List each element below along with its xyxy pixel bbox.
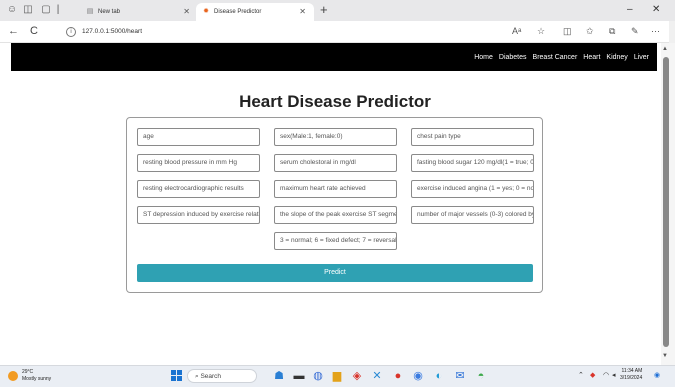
search-icon: ⌕ [195, 373, 199, 380]
resting-ecg-input[interactable]: resting electrocardiographic results [137, 180, 260, 198]
edge-beta-icon[interactable]: ◓ [474, 369, 488, 383]
clock-date: 3/19/2024 [620, 375, 643, 381]
max-heart-rate-input[interactable]: maximum heart rate achieved [274, 180, 397, 198]
chest-pain-type-input[interactable]: chest pain type [411, 128, 534, 146]
scrollbar-thumb[interactable] [663, 57, 669, 347]
sex-input[interactable]: sex(Male:1, female:0) [274, 128, 397, 146]
favorites-icon[interactable]: ✩ [586, 25, 594, 38]
predictor-form: age sex(Male:1, female:0) chest pain typ… [126, 117, 543, 293]
url-text: 127.0.0.1:5000/heart [82, 28, 142, 35]
chrome-icon[interactable]: ◉ [411, 369, 425, 383]
st-slope-input[interactable]: the slope of the peak exercise ST segmen… [274, 206, 397, 224]
new-tab-button[interactable]: + [320, 2, 328, 18]
weather-temp: 29°C [22, 369, 34, 375]
nav-links: Home Diabetes Breast Cancer Heart Kidney… [474, 43, 649, 71]
edge-icon[interactable]: ◐ [432, 369, 446, 383]
nav-link-kidney[interactable]: Kidney [606, 54, 627, 61]
close-icon[interactable]: ✕ [299, 3, 306, 21]
refresh-button[interactable]: C [30, 24, 38, 38]
security-icon[interactable]: ◈ [350, 369, 364, 383]
wifi-icon[interactable]: ◠ [603, 370, 609, 382]
tab-new-tab[interactable]: ▤ New tab ✕ [80, 3, 198, 21]
opera-icon[interactable]: ● [391, 369, 405, 383]
page-viewport: Home Diabetes Breast Cancer Heart Kidney… [0, 43, 661, 365]
volume-icon[interactable]: ◂ [612, 370, 616, 382]
teams-icon[interactable]: ◍ [311, 369, 325, 383]
exercise-angina-input[interactable]: exercise induced angina (1 = yes; 0 = no… [411, 180, 534, 198]
chevron-up-icon[interactable]: ⌃ [578, 370, 584, 382]
system-clock[interactable]: 11:34 AM 3/19/2024 [620, 368, 642, 382]
read-aloud-icon[interactable]: Aᵃ [512, 25, 521, 38]
clock-time: 11:34 AM [621, 368, 643, 374]
tab-disease-predictor[interactable]: ✹ Disease Predictor ✕ [196, 3, 314, 21]
vscode-icon[interactable]: ✕ [370, 369, 384, 383]
more-icon[interactable]: ⋯ [651, 25, 660, 38]
scroll-up-icon[interactable]: ▲ [662, 46, 668, 52]
favicon-icon: ✹ [203, 8, 209, 15]
nav-link-breast-cancer[interactable]: Breast Cancer [533, 54, 578, 61]
tab-label: New tab [98, 9, 121, 15]
st-depression-input[interactable]: ST depression induced by exercise relati… [137, 206, 260, 224]
nav-link-liver[interactable]: Liver [634, 54, 649, 61]
favorite-star-icon[interactable]: ☆ [537, 25, 545, 38]
mail-icon[interactable]: ✉ [453, 369, 467, 383]
nav-link-diabetes[interactable]: Diabetes [499, 54, 527, 61]
address-bar-row: ← C i 127.0.0.1:5000/heart Aᵃ ☆ ◫ ✩ ⧉ ✎ ⋯ [0, 21, 675, 43]
new-tab-icon: ▤ [86, 8, 94, 15]
resting-blood-pressure-input[interactable]: resting blood pressure in mm Hg [137, 154, 260, 172]
tab-actions-icon[interactable]: ▢ [40, 4, 52, 16]
weather-icon [8, 371, 18, 381]
serum-cholestoral-input[interactable]: serum cholestoral in mg/dl [274, 154, 397, 172]
predict-button[interactable]: Predict [137, 264, 533, 282]
collections-icon[interactable]: ⧉ [609, 25, 615, 38]
file-explorer-icon[interactable]: ▆ [330, 369, 344, 383]
tab-divider: | [56, 4, 60, 15]
page-title: Heart Disease Predictor [239, 92, 431, 111]
address-field[interactable]: i 127.0.0.1:5000/heart [66, 25, 576, 39]
close-icon[interactable]: ✕ [183, 3, 190, 21]
page-scrollbar[interactable]: ▲ ▼ [661, 43, 675, 365]
task-view-icon[interactable]: ▬ [292, 369, 306, 383]
start-button[interactable] [171, 370, 183, 382]
antivirus-tray-icon[interactable]: ◆ [590, 370, 595, 382]
scroll-down-icon[interactable]: ▼ [662, 353, 668, 359]
windows-taskbar: 29°C Mostly sunny ⌕ Search ☗ ▬ ◍ ▆ ◈ ✕ ●… [0, 365, 675, 387]
taskbar-search[interactable]: ⌕ Search [187, 369, 257, 383]
weather-desc: Mostly sunny [22, 376, 52, 382]
widgets-icon[interactable]: ☗ [272, 369, 286, 383]
minimize-button[interactable]: – [627, 3, 633, 17]
major-vessels-input[interactable]: number of major vessels (0-3) colored by… [411, 206, 534, 224]
age-input[interactable]: age [137, 128, 260, 146]
weather-widget[interactable]: 29°C Mostly sunny [8, 369, 52, 383]
profile-icon[interactable]: ☺ [6, 4, 18, 16]
extensions-icon[interactable]: ✎ [631, 25, 639, 38]
notifications-icon[interactable]: ◉ [654, 370, 660, 382]
split-screen-icon[interactable]: ◫ [563, 25, 572, 38]
tab-strip: ☺ ◫ ▢ | ▤ New tab ✕ ✹ Disease Predictor … [0, 0, 675, 21]
tab-label: Disease Predictor [214, 9, 262, 15]
site-navbar: Home Diabetes Breast Cancer Heart Kidney… [11, 43, 657, 71]
thal-input[interactable]: 3 = normal; 6 = fixed defect; 7 = revers… [274, 232, 397, 250]
workspaces-icon[interactable]: ◫ [22, 4, 34, 16]
nav-link-home[interactable]: Home [474, 54, 493, 61]
search-label: Search [200, 373, 222, 380]
nav-link-heart[interactable]: Heart [583, 54, 600, 61]
back-button[interactable]: ← [8, 24, 19, 38]
fasting-blood-sugar-input[interactable]: fasting blood sugar 120 mg/dl(1 = true; … [411, 154, 534, 172]
site-info-icon[interactable]: i [66, 27, 76, 37]
close-window-button[interactable]: ✕ [652, 3, 660, 17]
